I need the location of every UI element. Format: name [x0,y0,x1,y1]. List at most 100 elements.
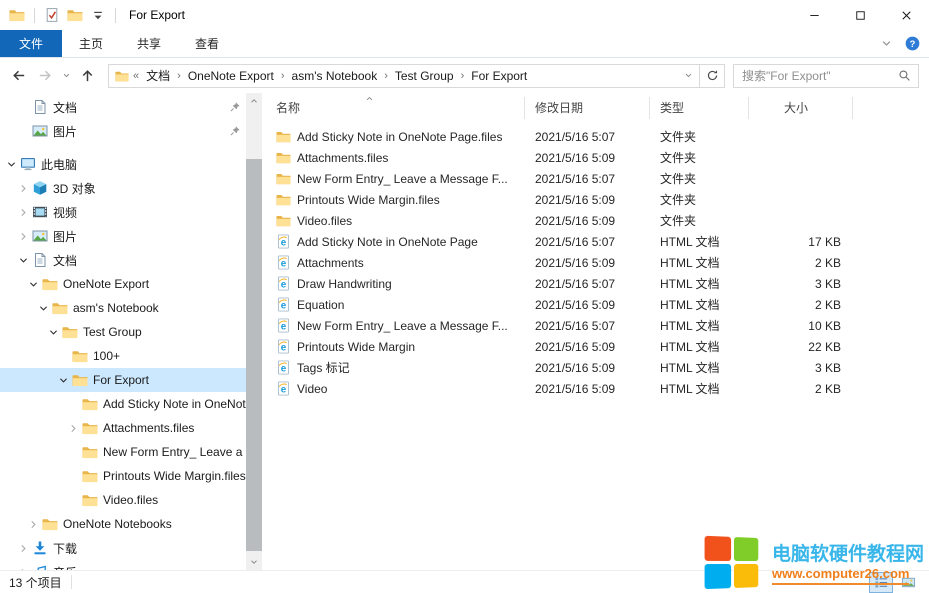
ribbon-collapse-icon[interactable] [879,36,894,51]
tab-主页[interactable]: 主页 [62,30,120,57]
file-type: HTML 文档 [650,275,749,292]
search-input[interactable] [734,69,898,83]
file-row-new-form-entry-leave-a-message-f[interactable]: New Form Entry_ Leave a Message F...2021… [262,168,929,189]
tree-item-label: asm's Notebook [73,301,159,315]
tree-item-for-export[interactable]: For Export [0,368,246,392]
thumbnails-view-button[interactable] [897,573,919,592]
breadcrumb-segment-for-export[interactable]: For Export [465,69,533,83]
file-row-video[interactable]: eVideo2021/5/16 5:09HTML 文档2 KB [262,378,929,399]
scroll-up-icon[interactable] [246,93,262,109]
chevron-down-icon[interactable] [26,279,41,290]
chevron-down-icon[interactable] [4,159,19,170]
chevron-right-icon[interactable] [26,519,41,530]
tree-item-video-files[interactable]: Video.files [0,488,246,512]
tree-item-视频[interactable]: 视频 [0,200,246,224]
tab-共享[interactable]: 共享 [120,30,178,57]
recent-locations-chevron-icon[interactable] [59,63,74,89]
minimize-button[interactable] [791,0,837,30]
tree-item-printouts-wide-margin-files[interactable]: Printouts Wide Margin.files [0,464,246,488]
sidebar-scrollbar[interactable] [246,93,262,570]
tree-item-onenote-notebooks[interactable]: OneNote Notebooks [0,512,246,536]
sort-ascending-icon[interactable] [364,93,375,104]
folder-icon [81,396,98,412]
tree-item-onenote-export[interactable]: OneNote Export [0,272,246,296]
file-row-video-files[interactable]: Video.files2021/5/16 5:09文件夹 [262,210,929,231]
back-button[interactable] [5,63,32,89]
file-name: Add Sticky Note in OneNote Page.files [297,130,502,144]
tree-item-此电脑[interactable]: 此电脑 [0,152,246,176]
refresh-button[interactable] [699,64,725,88]
tab-查看[interactable]: 查看 [178,30,236,57]
column-header-类型[interactable]: 类型 [650,97,749,119]
chevron-down-icon[interactable] [16,255,31,266]
search-icon[interactable] [898,69,918,82]
scrollbar-thumb[interactable] [246,159,262,551]
chevron-down-icon[interactable] [56,375,71,386]
tree-item-new-form-entry-leave-a-message-form-files[interactable]: New Form Entry_ Leave a Message Form.fil… [0,440,246,464]
file-row-add-sticky-note-in-onenote-page-files[interactable]: Add Sticky Note in OneNote Page.files202… [262,126,929,147]
close-button[interactable] [883,0,929,30]
breadcrumb-segment-asm-s-notebook[interactable]: asm's Notebook [286,69,384,83]
help-icon[interactable]: ? [905,36,920,51]
column-header-修改日期[interactable]: 修改日期 [525,97,650,119]
address-dropdown-icon[interactable] [677,70,699,81]
forward-button[interactable] [32,63,59,89]
file-size: 2 KB [749,298,853,312]
chevron-right-icon[interactable] [66,423,81,434]
folder-icon [81,420,98,436]
tree-item-3d-对象[interactable]: 3D 对象 [0,176,246,200]
chevron-right-icon[interactable] [16,207,31,218]
tree-item-文档[interactable]: 文档 [0,95,246,119]
file-row-equation[interactable]: eEquation2021/5/16 5:09HTML 文档2 KB [262,294,929,315]
file-row-new-form-entry-leave-a-message-f[interactable]: eNew Form Entry_ Leave a Message F...202… [262,315,929,336]
pin-icon [229,101,246,113]
tree-item-add-sticky-note-in-onenote-page-files[interactable]: Add Sticky Note in OneNote Page.files [0,392,246,416]
chevron-right-icon[interactable] [16,543,31,554]
column-header-名称[interactable]: 名称 [262,97,525,119]
tree-item-下载[interactable]: 下载 [0,536,246,560]
file-row-add-sticky-note-in-onenote-page[interactable]: eAdd Sticky Note in OneNote Page2021/5/1… [262,231,929,252]
chevron-right-icon[interactable] [16,231,31,242]
file-date: 2021/5/16 5:07 [525,172,650,186]
chevron-down-icon[interactable] [46,327,61,338]
file-name-cell: eDraw Handwriting [262,276,525,291]
up-button[interactable] [74,63,101,89]
column-header-大小[interactable]: 大小 [749,97,853,119]
breadcrumb-collapsed-glyph[interactable]: « [132,70,140,82]
address-bar[interactable]: « 文档›OneNote Export›asm's Notebook›Test … [108,64,700,88]
maximize-button[interactable] [837,0,883,30]
folder-icon [276,171,291,186]
breadcrumb-segment-onenote-export[interactable]: OneNote Export [182,69,280,83]
qat-dropdown-icon[interactable] [90,7,106,23]
svg-text:e: e [281,300,287,311]
tab-文件[interactable]: 文件 [0,30,62,57]
file-row-tags-标记[interactable]: eTags 标记2021/5/16 5:09HTML 文档3 KB [262,357,929,378]
tree-item-音乐[interactable]: 音乐 [0,560,246,570]
tree-item-图片[interactable]: 图片 [0,119,246,143]
file-size: 10 KB [749,319,853,333]
tree-item-asm-s-notebook[interactable]: asm's Notebook [0,296,246,320]
navigation-toolbar: « 文档›OneNote Export›asm's Notebook›Test … [0,58,929,93]
file-row-draw-handwriting[interactable]: eDraw Handwriting2021/5/16 5:07HTML 文档3 … [262,273,929,294]
chevron-down-icon[interactable] [36,303,51,314]
file-row-printouts-wide-margin[interactable]: ePrintouts Wide Margin2021/5/16 5:09HTML… [262,336,929,357]
breadcrumb-segment-test-group[interactable]: Test Group [389,69,460,83]
details-view-button[interactable] [870,573,892,592]
scroll-down-icon[interactable] [246,554,262,570]
file-type: 文件夹 [650,170,749,187]
file-row-attachments-files[interactable]: Attachments.files2021/5/16 5:09文件夹 [262,147,929,168]
tree-item-文档[interactable]: 文档 [0,248,246,272]
html-file-icon: e [276,339,291,354]
tree-item-attachments-files[interactable]: Attachments.files [0,416,246,440]
file-row-printouts-wide-margin-files[interactable]: Printouts Wide Margin.files2021/5/16 5:0… [262,189,929,210]
tree-item-图片[interactable]: 图片 [0,224,246,248]
address-bar-group: « 文档›OneNote Export›asm's Notebook›Test … [108,64,725,88]
file-row-attachments[interactable]: eAttachments2021/5/16 5:09HTML 文档2 KB [262,252,929,273]
ribbon-right-controls: ? [879,30,929,57]
tree-item-100[interactable]: 100+ [0,344,246,368]
chevron-right-icon[interactable] [16,183,31,194]
new-folder-icon[interactable] [67,7,83,23]
breadcrumb-segment-文档[interactable]: 文档 [140,67,176,84]
properties-icon[interactable] [44,7,60,23]
tree-item-test-group[interactable]: Test Group [0,320,246,344]
